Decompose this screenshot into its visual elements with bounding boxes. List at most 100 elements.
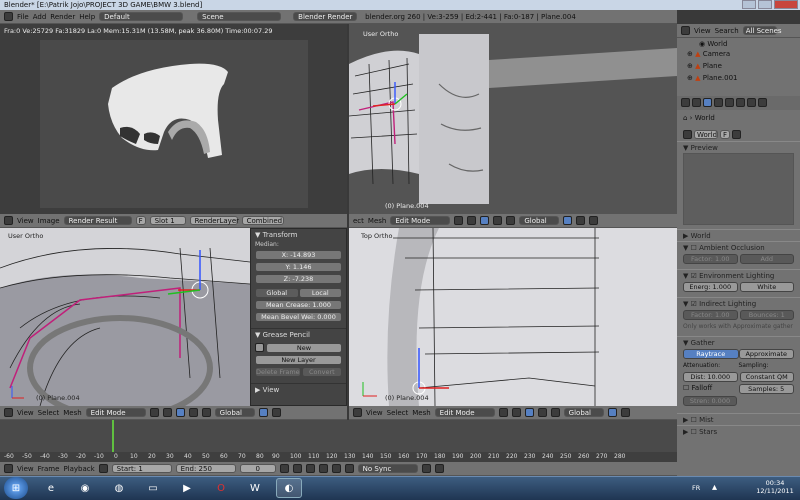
tray-arrow-icon[interactable]: ▴ bbox=[712, 482, 717, 493]
median-x-field[interactable]: X: -14.893 bbox=[255, 250, 342, 260]
menu-playback[interactable]: Playback bbox=[63, 465, 94, 473]
editor-type-icon[interactable] bbox=[4, 216, 13, 225]
next-key-icon[interactable] bbox=[331, 464, 341, 473]
material-tab-icon[interactable] bbox=[747, 98, 756, 107]
blender-icon[interactable]: ◐ bbox=[276, 478, 302, 498]
menu-add[interactable]: Add bbox=[33, 13, 47, 21]
scene-select[interactable]: Scene bbox=[197, 12, 282, 21]
menu-help[interactable]: Help bbox=[79, 13, 95, 21]
menu-view[interactable]: View bbox=[17, 465, 34, 473]
data-tab-icon[interactable] bbox=[736, 98, 745, 107]
jump-start-icon[interactable] bbox=[279, 464, 289, 473]
menu-frame[interactable]: Frame bbox=[38, 465, 60, 473]
play-icon[interactable] bbox=[318, 464, 328, 473]
menu-view[interactable]: View bbox=[17, 217, 34, 225]
render-tab-icon[interactable] bbox=[681, 98, 690, 107]
language-indicator[interactable]: FR bbox=[692, 484, 700, 492]
editor-type-icon[interactable] bbox=[4, 464, 13, 473]
world-datablock[interactable]: World bbox=[694, 130, 718, 139]
object-tab-icon[interactable] bbox=[714, 98, 723, 107]
vertex-select-icon[interactable] bbox=[607, 408, 617, 417]
orientation-select[interactable]: Global bbox=[214, 408, 255, 417]
world-unlink-icon[interactable] bbox=[732, 130, 741, 139]
edge-select-icon[interactable] bbox=[576, 216, 586, 225]
translate-icon[interactable] bbox=[188, 408, 198, 417]
raytrace-button[interactable]: Raytrace bbox=[683, 349, 739, 359]
chrome-icon[interactable]: ◉ bbox=[72, 478, 98, 498]
rotate-icon[interactable] bbox=[201, 408, 211, 417]
render-layer-select[interactable]: RenderLayer bbox=[189, 216, 239, 225]
world-section[interactable]: ▶ World bbox=[677, 229, 800, 241]
mist-section[interactable]: ▶ ☐ Mist bbox=[677, 413, 800, 425]
explorer-folder-icon[interactable]: ▭ bbox=[140, 478, 166, 498]
rotate-icon[interactable] bbox=[550, 408, 560, 417]
menu-mesh[interactable]: Mesh bbox=[368, 217, 386, 225]
media-player-icon[interactable]: ▶ bbox=[174, 478, 200, 498]
outliner-filter-select[interactable]: All Scenes bbox=[742, 26, 782, 35]
fake-user-toggle[interactable]: F bbox=[135, 216, 146, 225]
vertex-select-icon[interactable] bbox=[563, 216, 573, 225]
new-layer-button[interactable]: New Layer bbox=[255, 355, 342, 365]
orientation-select[interactable]: Global bbox=[563, 408, 604, 417]
shading-icon[interactable] bbox=[498, 408, 508, 417]
indirect-factor-field[interactable]: Factor: 1.00 bbox=[683, 310, 738, 320]
editor-type-icon[interactable] bbox=[681, 26, 690, 35]
gather-section[interactable]: ▼ Gather bbox=[677, 336, 800, 348]
vertex-select-icon[interactable] bbox=[258, 408, 268, 417]
env-energy-field[interactable]: Energ: 1.000 bbox=[683, 282, 738, 292]
image-editor[interactable]: Fra:0 Ve:25729 Fa:31829 La:0 Mem:15.31M … bbox=[0, 24, 347, 214]
keying-set-icon[interactable] bbox=[434, 464, 444, 473]
menu-view[interactable]: View bbox=[694, 27, 711, 35]
manipulator-icon[interactable] bbox=[524, 408, 534, 417]
mode-select[interactable]: Edit Mode bbox=[85, 408, 146, 417]
orientation-select[interactable]: Global bbox=[519, 216, 560, 225]
ao-mode-select[interactable]: Add bbox=[739, 254, 794, 264]
menu-mesh[interactable]: Mesh bbox=[63, 409, 81, 417]
rotate-icon[interactable] bbox=[506, 216, 516, 225]
menu-view[interactable]: View bbox=[366, 409, 383, 417]
edge-select-icon[interactable] bbox=[620, 408, 630, 417]
edge-select-icon[interactable] bbox=[271, 408, 281, 417]
indirect-lighting-section[interactable]: ▼ ☑ Indirect Lighting bbox=[677, 297, 800, 309]
close-button[interactable] bbox=[774, 0, 798, 9]
menu-search[interactable]: Search bbox=[715, 27, 739, 35]
editor-type-icon[interactable] bbox=[353, 408, 362, 417]
viewport-top[interactable]: User Ortho (0) Plane.004 bbox=[349, 24, 677, 214]
start-frame-field[interactable]: Start: 1 bbox=[111, 464, 172, 473]
pencil-icon[interactable] bbox=[255, 343, 264, 352]
median-y-field[interactable]: Y: 1.146 bbox=[255, 262, 342, 272]
manipulator-icon[interactable] bbox=[480, 216, 490, 225]
outliner-item[interactable]: ⊕ ▲ Plane bbox=[677, 62, 800, 74]
maximize-button[interactable] bbox=[758, 0, 772, 9]
preview-range-icon[interactable] bbox=[98, 464, 108, 473]
pivot-icon[interactable] bbox=[511, 408, 521, 417]
pivot-icon[interactable] bbox=[162, 408, 172, 417]
face-select-icon[interactable] bbox=[589, 216, 599, 225]
render-pass-select[interactable]: Combined bbox=[241, 216, 284, 225]
distance-field[interactable]: Dist: 10.000 bbox=[683, 372, 738, 382]
layout-select[interactable]: Default bbox=[99, 12, 184, 21]
convert-button[interactable]: Convert bbox=[301, 367, 342, 377]
slot-select[interactable]: Slot 1 bbox=[149, 216, 186, 225]
scene-tab-icon[interactable] bbox=[692, 98, 701, 107]
world-fake-user[interactable]: F bbox=[720, 130, 730, 139]
shading-icon[interactable] bbox=[454, 216, 464, 225]
grease-pencil-panel-title[interactable]: ▼ Grease Pencil bbox=[251, 328, 346, 341]
stars-section[interactable]: ▶ ☐ Stars bbox=[677, 425, 800, 437]
view-panel-title[interactable]: ▶ View bbox=[251, 383, 346, 396]
manipulator-icon[interactable] bbox=[175, 408, 185, 417]
menu-render[interactable]: Render bbox=[50, 13, 75, 21]
menu-select[interactable]: ect bbox=[353, 217, 364, 225]
strength-field[interactable]: Stren: 0.000 bbox=[683, 396, 737, 406]
record-icon[interactable] bbox=[421, 464, 431, 473]
env-lighting-section[interactable]: ▼ ☑ Environment Lighting bbox=[677, 269, 800, 281]
grease-new-button[interactable]: New bbox=[266, 343, 342, 353]
mean-bevel-field[interactable]: Mean Bevel Wei: 0.000 bbox=[255, 312, 342, 322]
firefox-icon[interactable]: ◍ bbox=[106, 478, 132, 498]
minimize-button[interactable] bbox=[742, 0, 756, 9]
shading-icon[interactable] bbox=[149, 408, 159, 417]
end-frame-field[interactable]: End: 250 bbox=[175, 464, 236, 473]
mean-crease-field[interactable]: Mean Crease: 1.000 bbox=[255, 300, 342, 310]
viewport-bottom-left[interactable]: User Ortho (0) Plane.004 bbox=[0, 228, 250, 406]
outliner-item[interactable]: ⊕ ▲ Plane.001 bbox=[677, 74, 800, 86]
